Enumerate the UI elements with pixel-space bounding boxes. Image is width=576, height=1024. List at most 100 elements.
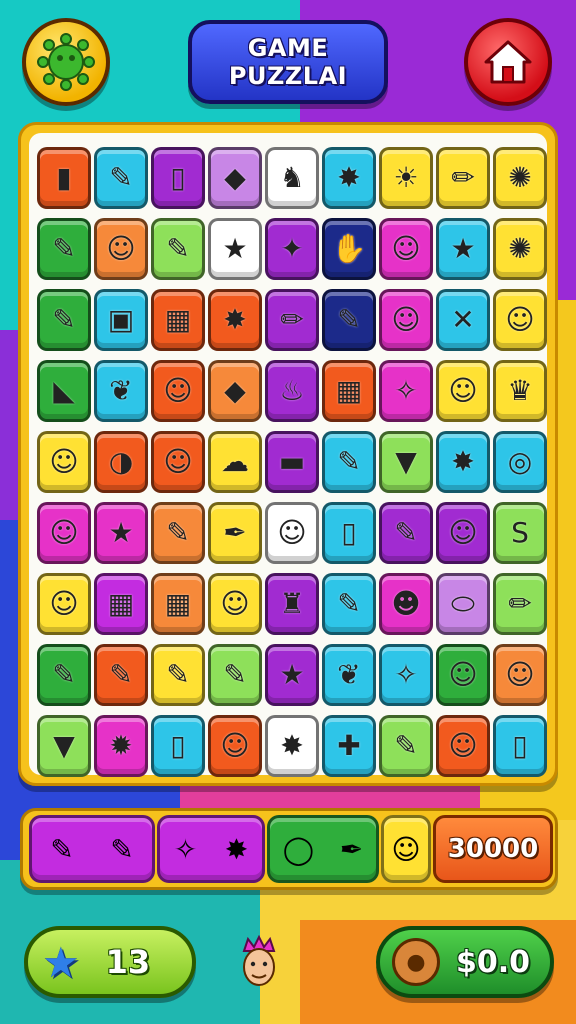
tile-face[interactable]: ☺	[151, 360, 205, 422]
tile-squid[interactable]: ♨	[265, 360, 319, 422]
tile-calculator[interactable]: ▦	[322, 360, 376, 422]
tile-face[interactable]: ☺	[436, 644, 490, 706]
tile-yellow-hand[interactable]: ✋	[322, 218, 376, 280]
tile-stick[interactable]: ✎	[151, 644, 205, 706]
tile-compass[interactable]: ✕	[436, 289, 490, 351]
tile-face[interactable]: ☺	[151, 431, 205, 493]
tile-panda[interactable]: ☻	[379, 573, 433, 635]
tile-orange-pencil[interactable]: ✎	[322, 289, 376, 351]
tile-jar[interactable]: ▯	[151, 147, 205, 209]
tile-face[interactable]: ☺	[37, 573, 91, 635]
tile-brick[interactable]: ▬	[265, 431, 319, 493]
home-icon	[484, 40, 532, 84]
tile-jar[interactable]: ▯	[151, 715, 205, 777]
tile-wand[interactable]: ✧	[379, 644, 433, 706]
tile-face[interactable]: ☺	[37, 502, 91, 564]
tile-orange-splat[interactable]: ✸	[436, 431, 490, 493]
inventory-slot-4[interactable]: ☺	[381, 815, 431, 883]
trash-icon: ♜	[279, 587, 305, 620]
grey-crayon-icon: ✎	[223, 658, 247, 691]
tile-purple-hand[interactable]: ✦	[265, 218, 319, 280]
score-display: 30000	[433, 815, 553, 883]
money-counter[interactable]: ● $0.0	[376, 926, 554, 998]
tile-star-face[interactable]: ☺	[436, 715, 490, 777]
tile-spiral[interactable]: ◎	[493, 431, 547, 493]
tile-pencil[interactable]: ✏	[493, 573, 547, 635]
tile-wand[interactable]: ✧	[379, 360, 433, 422]
tile-crystal[interactable]: ◆	[208, 147, 262, 209]
virus-menu-button[interactable]	[22, 18, 110, 106]
tile-pencil[interactable]: ✎	[151, 502, 205, 564]
tile-face[interactable]: ☺	[37, 431, 91, 493]
tile-splat[interactable]: ✸	[322, 147, 376, 209]
tile-pencil[interactable]: ✎	[94, 147, 148, 209]
tile-star[interactable]: ★	[94, 502, 148, 564]
tile-calculator[interactable]: ▦	[94, 573, 148, 635]
tile-bean[interactable]: ⬭	[436, 573, 490, 635]
tile-skull[interactable]: ☺	[208, 715, 262, 777]
tile-box[interactable]: ▣	[94, 289, 148, 351]
tile-face[interactable]: ☺	[493, 644, 547, 706]
tile-grey-crayon[interactable]: ✎	[208, 644, 262, 706]
tile-hat[interactable]: ♛	[493, 360, 547, 422]
home-button[interactable]	[464, 18, 552, 106]
tile-leaf[interactable]: ❦	[94, 360, 148, 422]
tile-boot[interactable]: ♞	[265, 147, 319, 209]
purple-pencil-icon: ✏	[451, 161, 475, 194]
tile-face[interactable]: ☺	[208, 573, 262, 635]
tile-blue-germ[interactable]: ✺	[493, 147, 547, 209]
tile-cup[interactable]: ▯	[493, 715, 547, 777]
tile-face[interactable]: ☺	[265, 502, 319, 564]
tile-yellow-splat[interactable]: ✸	[208, 289, 262, 351]
tile-purple-pencil[interactable]: ✏	[436, 147, 490, 209]
slot2-item-2-icon: ✸	[224, 832, 249, 866]
tile-yellow-crayon[interactable]: ✎	[322, 431, 376, 493]
tile-green-block[interactable]: ▮	[37, 147, 91, 209]
tile-crystal[interactable]: ◆	[208, 360, 262, 422]
tile-green-germ[interactable]: ✺	[493, 218, 547, 280]
tile-yellow-pencil[interactable]: ✏	[265, 289, 319, 351]
tile-monkey[interactable]: ☺	[94, 218, 148, 280]
tile-face[interactable]: ☺	[379, 218, 433, 280]
tile-trash[interactable]: ♜	[265, 573, 319, 635]
tile-ball[interactable]: ◑	[94, 431, 148, 493]
inventory-slot-1[interactable]: ✎ ✎	[29, 815, 155, 883]
inventory-slot-3[interactable]: ◯ ✒	[267, 815, 379, 883]
tile-gold-star[interactable]: ★	[436, 218, 490, 280]
tile-pink-hair-face[interactable]: ☺	[379, 289, 433, 351]
tile-pencil[interactable]: ✎	[94, 644, 148, 706]
tile-crayon[interactable]: ✎	[37, 218, 91, 280]
stars-counter[interactable]: ★ 13	[24, 926, 196, 998]
bean-icon: ⬭	[451, 587, 475, 620]
tile-medicine[interactable]: ✚	[322, 715, 376, 777]
tile-worm[interactable]: S	[493, 502, 547, 564]
tile-cone[interactable]: ▼	[379, 431, 433, 493]
tile-orange-splat[interactable]: ✸	[265, 715, 319, 777]
player-avatar-icon[interactable]	[234, 934, 284, 992]
tile-calendar[interactable]: ▦	[151, 289, 205, 351]
coin-icon: ●	[392, 938, 440, 986]
tile-face[interactable]: ☺	[493, 289, 547, 351]
slot1-item-1-icon: ✎	[50, 832, 74, 866]
tile-sun-germ[interactable]: ☀	[379, 147, 433, 209]
tile-green-crayon[interactable]: ✎	[151, 218, 205, 280]
tile-calendar[interactable]: ▦	[151, 573, 205, 635]
tile-jar[interactable]: ▯	[322, 502, 376, 564]
tile-leaf[interactable]: ❦	[322, 644, 376, 706]
tile-purple-crayon[interactable]: ✎	[379, 715, 433, 777]
tile-sun-badge[interactable]: ✹	[94, 715, 148, 777]
leaf-icon: ❦	[109, 374, 133, 407]
tile-crayon[interactable]: ✎	[37, 289, 91, 351]
tile-tree[interactable]: ☁	[208, 431, 262, 493]
tile-flag[interactable]: ◣	[37, 360, 91, 422]
tile-orange-star-face[interactable]: ★	[208, 218, 262, 280]
tile-cone[interactable]: ▼	[37, 715, 91, 777]
tile-marker[interactable]: ✒	[208, 502, 262, 564]
tile-purple-crayon[interactable]: ✎	[37, 644, 91, 706]
tile-crayon[interactable]: ✎	[379, 502, 433, 564]
inventory-slot-2[interactable]: ✧ ✸	[157, 815, 265, 883]
tile-face[interactable]: ☺	[436, 360, 490, 422]
tile-face[interactable]: ☺	[436, 502, 490, 564]
tile-crayon[interactable]: ✎	[322, 573, 376, 635]
tile-blue-star[interactable]: ★	[265, 644, 319, 706]
